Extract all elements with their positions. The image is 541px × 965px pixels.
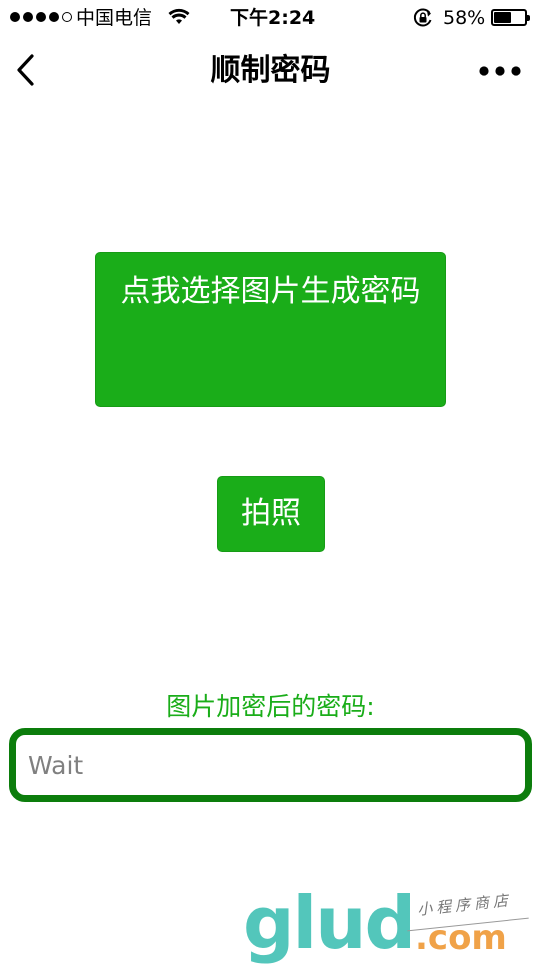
status-time: 下午2:24 <box>230 7 316 29</box>
nav-bar: 顺制密码 <box>0 36 541 106</box>
select-image-button[interactable]: 点我选择图片生成密码 <box>95 252 446 407</box>
encrypted-password-label: 图片加密后的密码: <box>166 692 375 721</box>
watermark-tagline: 小程序商店 <box>416 891 513 919</box>
take-photo-button[interactable]: 拍照 <box>217 476 325 552</box>
encrypted-password-field[interactable] <box>9 728 532 802</box>
battery-fill <box>494 12 511 23</box>
wifi-icon <box>168 8 190 24</box>
rotation-lock-icon <box>413 8 432 27</box>
watermark: glud 小程序商店 .com <box>243 881 533 965</box>
page-title: 顺制密码 <box>210 53 331 88</box>
more-button[interactable] <box>478 62 522 80</box>
signal-strength-icon <box>10 12 72 22</box>
battery-icon <box>491 9 530 26</box>
watermark-domain: .com <box>415 918 507 958</box>
watermark-logo: glud <box>243 881 416 965</box>
status-bar: 中国电信 下午2:24 58% <box>0 0 541 36</box>
battery-cap <box>527 15 530 21</box>
battery-percent: 58% <box>443 7 486 29</box>
more-dots-icon <box>479 66 521 76</box>
carrier-name: 中国电信 <box>76 7 153 29</box>
